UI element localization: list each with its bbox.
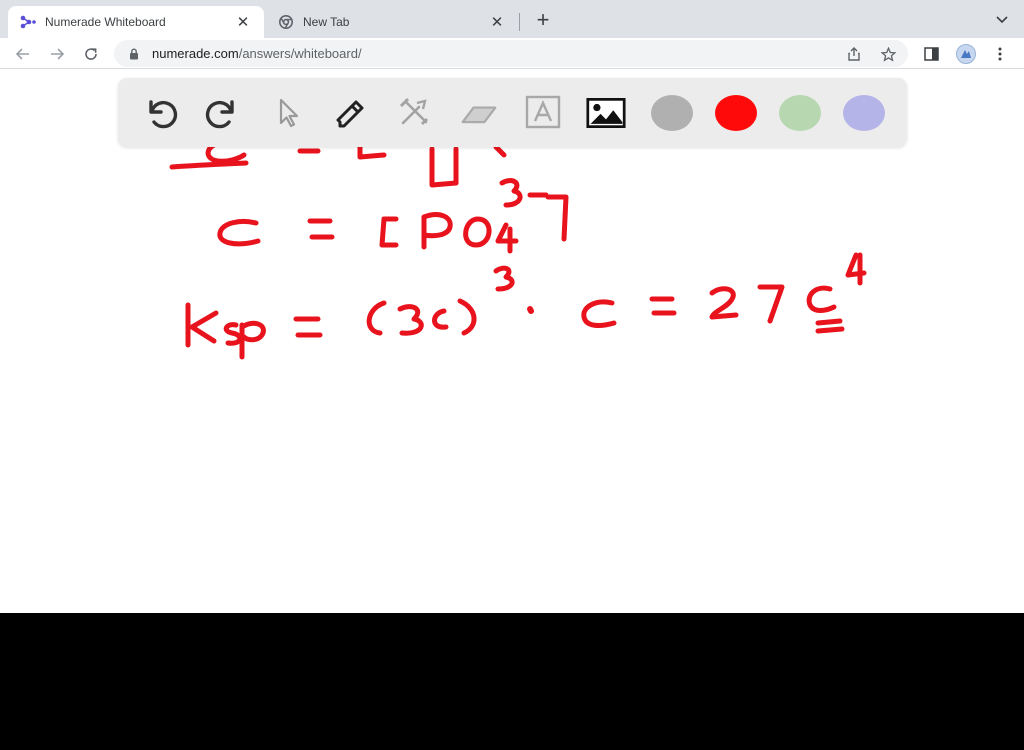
undo-button[interactable] xyxy=(140,93,180,133)
color-swatch-red[interactable] xyxy=(715,95,757,131)
tab-title: New Tab xyxy=(303,15,350,29)
select-tool-button[interactable] xyxy=(268,93,308,133)
share-icon[interactable] xyxy=(846,46,862,62)
pen-icon xyxy=(336,100,364,128)
redo-icon xyxy=(205,100,234,129)
undo-icon xyxy=(149,100,178,129)
url-path: /answers/whiteboard/ xyxy=(238,46,362,61)
more-vertical-icon xyxy=(998,47,1002,61)
profile-avatar-icon xyxy=(961,50,971,58)
image-icon xyxy=(586,98,626,128)
pointer-icon xyxy=(279,98,299,128)
chrome-menu-button[interactable] xyxy=(989,43,1011,65)
tab-separator xyxy=(519,13,520,31)
back-button[interactable] xyxy=(12,43,34,65)
reload-icon xyxy=(85,48,97,60)
whiteboard-toolbar xyxy=(118,78,907,147)
numerade-logo-icon xyxy=(20,14,36,30)
insert-image-button[interactable] xyxy=(586,93,626,133)
reload-button[interactable] xyxy=(80,43,102,65)
pen-tool-button[interactable] xyxy=(331,93,371,133)
handwriting-layer xyxy=(169,134,867,360)
lock-icon[interactable] xyxy=(127,47,141,61)
new-tab-button[interactable]: + xyxy=(532,9,554,32)
letterbox-black-area xyxy=(0,613,1024,750)
text-icon xyxy=(525,95,561,129)
forward-arrow-icon xyxy=(51,48,65,60)
eraser-icon xyxy=(461,106,497,124)
close-tab-icon[interactable]: ✕ xyxy=(488,13,506,31)
browser-toolbar: numerade.com/answers/whiteboard/ xyxy=(0,38,1024,69)
tab-numerade-whiteboard[interactable]: Numerade Whiteboard ✕ xyxy=(8,6,264,38)
color-swatch-purple[interactable] xyxy=(843,95,885,131)
side-panel-icon xyxy=(923,47,939,61)
text-tool-button[interactable] xyxy=(523,93,563,133)
forward-button[interactable] xyxy=(46,43,68,65)
url-domain: numerade.com xyxy=(152,46,239,61)
tab-title: Numerade Whiteboard xyxy=(45,15,166,29)
tab-new-tab[interactable]: New Tab ✕ xyxy=(266,6,518,38)
bookmark-star-icon[interactable] xyxy=(880,46,896,62)
address-bar[interactable]: numerade.com/answers/whiteboard/ xyxy=(114,40,908,67)
color-swatch-gray[interactable] xyxy=(651,95,693,131)
tools-icon xyxy=(399,97,429,126)
redo-button[interactable] xyxy=(203,93,243,133)
side-panel-button[interactable] xyxy=(920,43,942,65)
tab-strip: Numerade Whiteboard ✕ New Tab ✕ + xyxy=(0,0,1024,38)
handwriting-line-3 xyxy=(185,252,867,360)
whiteboard-canvas[interactable] xyxy=(0,69,1024,613)
tools-button[interactable] xyxy=(395,93,435,133)
eraser-tool-button[interactable] xyxy=(459,93,499,133)
profile-button[interactable] xyxy=(955,43,977,65)
close-tab-icon[interactable]: ✕ xyxy=(234,13,252,31)
avatar xyxy=(956,44,976,64)
handwriting-line-2 xyxy=(217,178,569,254)
color-swatch-green[interactable] xyxy=(779,95,821,131)
url-text: numerade.com/answers/whiteboard/ xyxy=(152,46,362,61)
chrome-logo-icon xyxy=(278,14,294,30)
chevron-down-icon[interactable] xyxy=(994,11,1010,27)
back-arrow-icon xyxy=(15,48,29,60)
